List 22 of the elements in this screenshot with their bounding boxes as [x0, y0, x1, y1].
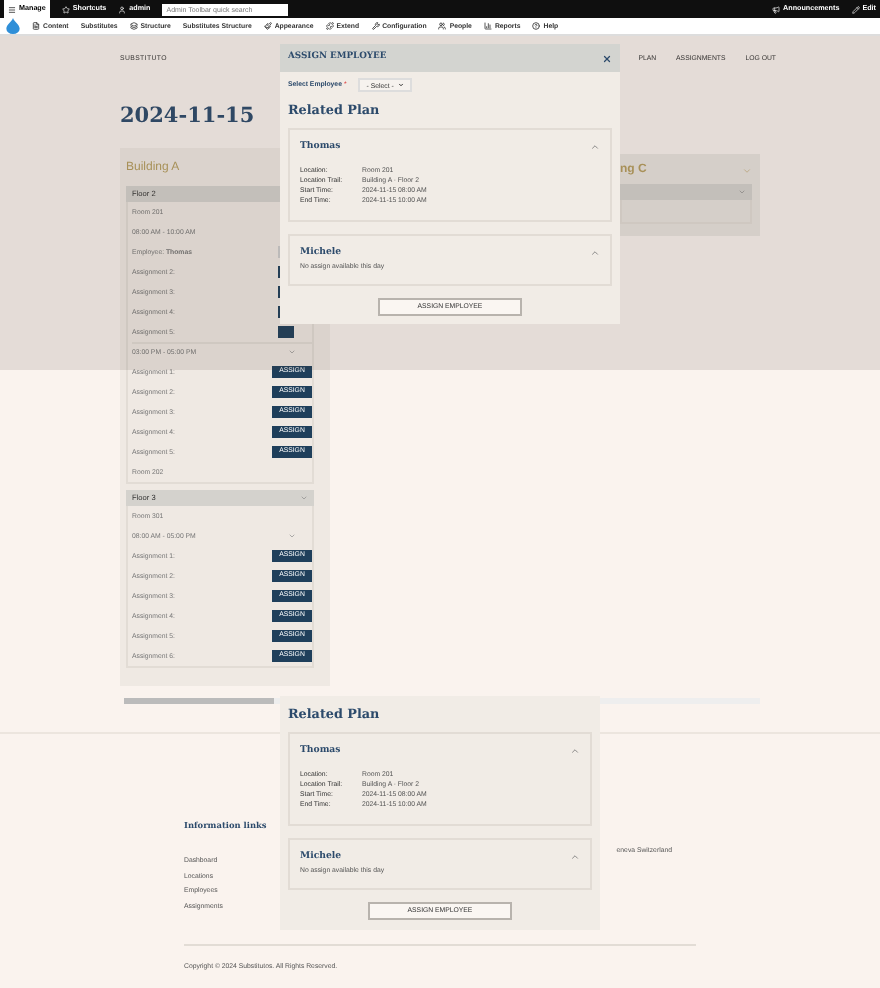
- document-icon: [32, 21, 40, 30]
- bar-chart-icon: [483, 21, 492, 30]
- assign-button[interactable]: [278, 325, 294, 338]
- chevron-up-icon[interactable]: [570, 745, 580, 756]
- menu-icon: [8, 5, 16, 13]
- help-icon: [532, 21, 541, 30]
- people-icon: [438, 21, 447, 30]
- puzzle-icon: [325, 21, 334, 30]
- floor-header[interactable]: [620, 183, 752, 200]
- layers-icon: [129, 21, 138, 30]
- pencil-icon: [851, 5, 860, 13]
- drop-logo-icon[interactable]: [6, 18, 20, 34]
- brush-icon: [263, 21, 272, 30]
- wrench-icon: [371, 21, 380, 30]
- date-heading: 2024-11-15: [120, 104, 255, 130]
- close-button[interactable]: [602, 53, 612, 63]
- chevron-up-icon[interactable]: [590, 247, 600, 258]
- user-icon: [118, 5, 127, 13]
- chevron-up-icon[interactable]: [570, 851, 580, 862]
- chevron-up-icon[interactable]: [590, 141, 600, 152]
- megaphone-icon: [772, 5, 781, 13]
- star-icon: [61, 5, 70, 13]
